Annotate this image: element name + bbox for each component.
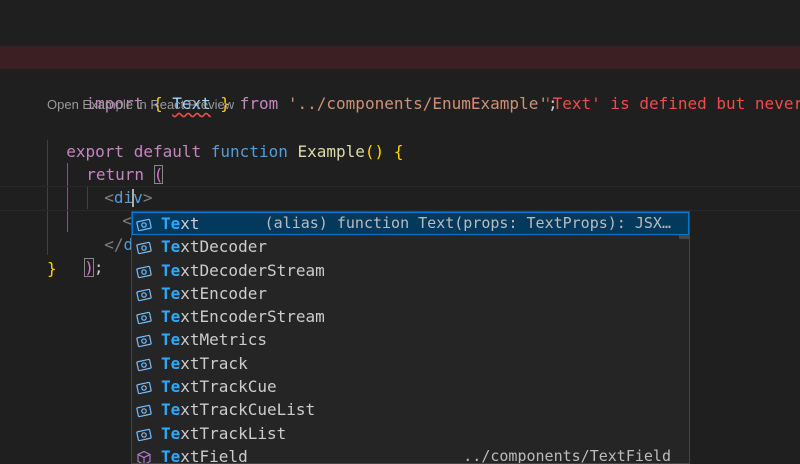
suggest-item-match: Te: [161, 330, 181, 350]
suggest-item-label: TextTrackList: [161, 422, 286, 445]
variable-icon: [136, 426, 152, 442]
suggest-item-rest: xtDecoderStream: [180, 260, 325, 280]
variable-icon: [136, 286, 152, 302]
function-parens: (): [364, 142, 385, 161]
typing-line[interactable]: <Te: [103, 186, 151, 230]
suggest-item-label: TextField: [161, 445, 248, 464]
close-brace-line[interactable]: }: [47, 257, 57, 280]
suggest-item-match: Te: [161, 260, 181, 280]
suggest-item-match: Te: [161, 214, 181, 233]
suggest-item[interactable]: TextMetrics: [132, 328, 689, 351]
suggest-item-label: TextDecoderStream: [161, 259, 325, 282]
suggest-item-match: Te: [161, 353, 181, 373]
suggest-item-detail: (alias) function Text(props: TextProps):…: [264, 214, 671, 232]
variable-icon: [136, 356, 152, 372]
variable-icon: [136, 263, 152, 279]
suggest-item[interactable]: TextTrackCue: [132, 375, 689, 398]
variable-icon: [136, 309, 152, 325]
suggest-item[interactable]: TextField ../components/TextField: [132, 445, 689, 464]
variable-icon: [136, 239, 152, 255]
suggest-item-rest: xtEncoder: [180, 283, 267, 303]
suggest-item-label: TextMetrics: [161, 328, 267, 351]
variable-icon: [136, 332, 152, 348]
suggest-item-match: Te: [161, 423, 181, 443]
suggest-item-label: TextTrack: [161, 352, 248, 375]
div-open-line[interactable]: <div>: [85, 163, 152, 207]
suggest-item-rest: xtTrackCue: [180, 377, 277, 397]
suggest-list: Text (alias) function Text(props: TextPro…: [132, 212, 689, 464]
suggest-widget[interactable]: Text (alias) function Text(props: TextPro…: [131, 211, 690, 464]
suggest-item-rest: xtMetrics: [180, 330, 267, 350]
return-close-paren: ): [84, 258, 94, 277]
suggest-item[interactable]: TextDecoder: [132, 235, 689, 258]
import-path: '../components/EnumExample': [287, 94, 548, 113]
suggest-item[interactable]: Text (alias) function Text(props: TextPro…: [132, 212, 689, 236]
suggest-item-rest: xtField: [180, 446, 248, 464]
import-line[interactable]: import { Text } from '../components/Enum…: [0, 46, 800, 113]
return-line[interactable]: return (: [67, 140, 164, 184]
suggest-item-label: TextTrackCueList: [161, 398, 315, 421]
suggest-item[interactable]: TextTrackList: [132, 422, 689, 445]
from-keyword: from: [239, 94, 279, 113]
suggest-item[interactable]: TextDecoderStream: [132, 259, 689, 282]
suggest-item-match: Te: [161, 283, 181, 303]
suggest-item-match: Te: [161, 377, 181, 397]
suggest-item-match: Te: [161, 237, 181, 257]
suggest-item[interactable]: TextEncoder: [132, 282, 689, 305]
suggest-item-match: Te: [161, 307, 181, 327]
suggest-item-rest: xtDecoder: [180, 237, 267, 257]
suggest-item[interactable]: TextEncoderStream: [132, 305, 689, 328]
export-line[interactable]: export default function Example() {: [47, 117, 403, 161]
suggest-item-match: Te: [161, 400, 181, 420]
suggest-item-rest: xtEncoderStream: [180, 307, 325, 327]
function-keyword: function: [210, 142, 288, 161]
suggest-item[interactable]: TextTrack: [132, 352, 689, 375]
variable-icon: [136, 216, 152, 232]
variable-icon: [136, 402, 152, 418]
suggest-item-label: TextDecoder: [161, 235, 267, 258]
div-close-lt: </: [104, 235, 124, 254]
suggest-item-label: TextEncoder: [161, 282, 267, 305]
suggest-item-rest: xtTrackList: [180, 423, 287, 443]
text-cursor: [132, 189, 134, 207]
variable-icon: [136, 379, 152, 395]
suggest-item-detail: ../components/TextField: [463, 446, 671, 464]
suggest-item-rest: xtTrack: [180, 353, 248, 373]
codelens-open-react-preview[interactable]: Open Example in React Preview: [47, 97, 234, 112]
suggest-item-label: TextTrackCue: [161, 375, 277, 398]
suggest-item-label: Text: [161, 212, 200, 235]
suggest-item[interactable]: TextTrackCueList: [132, 398, 689, 421]
function-open-brace: {: [393, 142, 404, 161]
close-paren-line[interactable]: );: [65, 233, 104, 277]
return-open-paren: (: [153, 165, 164, 184]
suggest-item-rest: xtTrackCueList: [180, 400, 316, 420]
function-name: Example: [297, 142, 365, 161]
suggest-item-label: TextEncoderStream: [161, 305, 325, 328]
inline-diagnostic: 'Text' is defined but never: [543, 94, 800, 113]
suggest-item-match: Te: [161, 446, 181, 464]
return-semicolon: ;: [93, 258, 104, 277]
suggest-item-rest: xt: [180, 214, 200, 233]
